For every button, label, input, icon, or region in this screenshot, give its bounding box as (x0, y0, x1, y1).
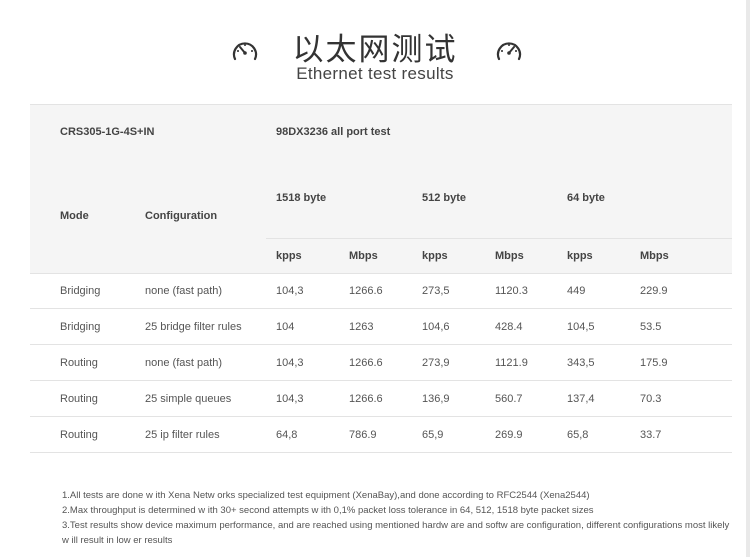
row-value: 137,4 (567, 392, 595, 405)
table-row: Routing none (fast path) 104,3 1266.6 27… (30, 345, 732, 381)
unit-header: kpps Mbps kpps Mbps kpps Mbps (266, 239, 732, 273)
row-value: 449 (567, 284, 586, 297)
row-configuration: none (fast path) (145, 356, 223, 369)
unit-mbps: Mbps (349, 250, 378, 262)
row-value: 33.7 (640, 428, 662, 441)
row-value: 136,9 (422, 392, 450, 405)
row-value: 1121.9 (495, 356, 528, 369)
table-row: Bridging none (fast path) 104,3 1266.6 2… (30, 273, 732, 309)
row-value: 1266.6 (349, 284, 383, 297)
test-name: 98DX3236 all port test (276, 125, 391, 138)
unit-kpps: kpps (276, 250, 302, 262)
row-value: 104,3 (276, 392, 304, 405)
size-1518: 1518 byte (276, 192, 327, 204)
page-title: 以太网测试 (292, 32, 458, 68)
row-value: 1263 (349, 320, 374, 333)
page: 以太网测试 Ethernet test results CRS305-1G-4S… (0, 0, 750, 557)
row-value: 1266.6 (349, 392, 383, 405)
row-value: 786.9 (349, 428, 377, 441)
table-row: Routing 25 simple queues 104,3 1266.6 13… (30, 381, 732, 417)
row-value: 273,9 (422, 356, 450, 369)
row-configuration: 25 ip filter rules (145, 428, 220, 441)
row-value: 1120.3 (495, 284, 528, 297)
row-value: 560.7 (495, 392, 523, 405)
unit-mbps: Mbps (495, 250, 524, 262)
row-value: 104,3 (276, 356, 304, 369)
row-value: 273,5 (422, 284, 450, 297)
table-row: Routing 25 ip filter rules 64,8 786.9 65… (30, 417, 732, 453)
size-64: 64 byte (567, 192, 605, 204)
row-value: 104,5 (567, 320, 595, 333)
row-configuration: 25 bridge filter rules (145, 320, 242, 333)
row-value: 229.9 (640, 284, 668, 297)
page-subtitle: Ethernet test results (296, 64, 454, 83)
row-value: 53.5 (640, 320, 662, 333)
footnote-2: 2.Max throughput is determined w ith 30+… (62, 505, 594, 516)
packet-size-header: 1518 byte 512 byte 64 byte (266, 158, 732, 239)
row-mode: Routing (60, 428, 98, 441)
footnotes: 1.All tests are done w ith Xena Netw ork… (62, 488, 732, 548)
unit-mbps: Mbps (640, 250, 669, 262)
row-value: 65,8 (567, 428, 589, 441)
row-configuration: none (fast path) (145, 284, 223, 297)
row-value: 70.3 (640, 392, 662, 405)
unit-kpps: kpps (567, 250, 593, 262)
size-512: 512 byte (422, 192, 467, 204)
row-value: 269.9 (495, 428, 523, 441)
row-mode: Routing (60, 392, 98, 405)
row-mode: Bridging (60, 320, 101, 333)
table-row: Bridging 25 bridge filter rules 104 1263… (30, 309, 732, 345)
header-configuration: Configuration (145, 209, 218, 222)
footnote-3: 3.Test results show device maximum perfo… (62, 520, 730, 546)
row-value: 1266.6 (349, 356, 383, 369)
row-value: 428.4 (495, 320, 523, 333)
table-title-row: CRS305-1G-4S+IN 98DX3236 all port test (30, 104, 732, 159)
header: 以太网测试 Ethernet test results (0, 22, 750, 92)
row-value: 65,9 (422, 428, 444, 441)
row-mode: Routing (60, 356, 98, 369)
row-value: 175.9 (640, 356, 668, 369)
row-value: 104,3 (276, 284, 304, 297)
row-value: 343,5 (567, 356, 595, 369)
row-mode: Bridging (60, 284, 101, 297)
table-header: Mode Configuration 1518 byte 512 byte 64… (30, 158, 732, 274)
speedometer-icon (496, 42, 522, 61)
unit-kpps: kpps (422, 250, 448, 262)
row-configuration: 25 simple queues (145, 392, 232, 405)
row-value: 104,6 (422, 320, 450, 333)
footnote-1: 1.All tests are done w ith Xena Netw ork… (62, 490, 590, 501)
header-mode: Mode (60, 209, 89, 222)
device-model: CRS305-1G-4S+IN (60, 125, 155, 138)
row-value: 64,8 (276, 428, 298, 441)
row-value: 104 (276, 320, 295, 333)
